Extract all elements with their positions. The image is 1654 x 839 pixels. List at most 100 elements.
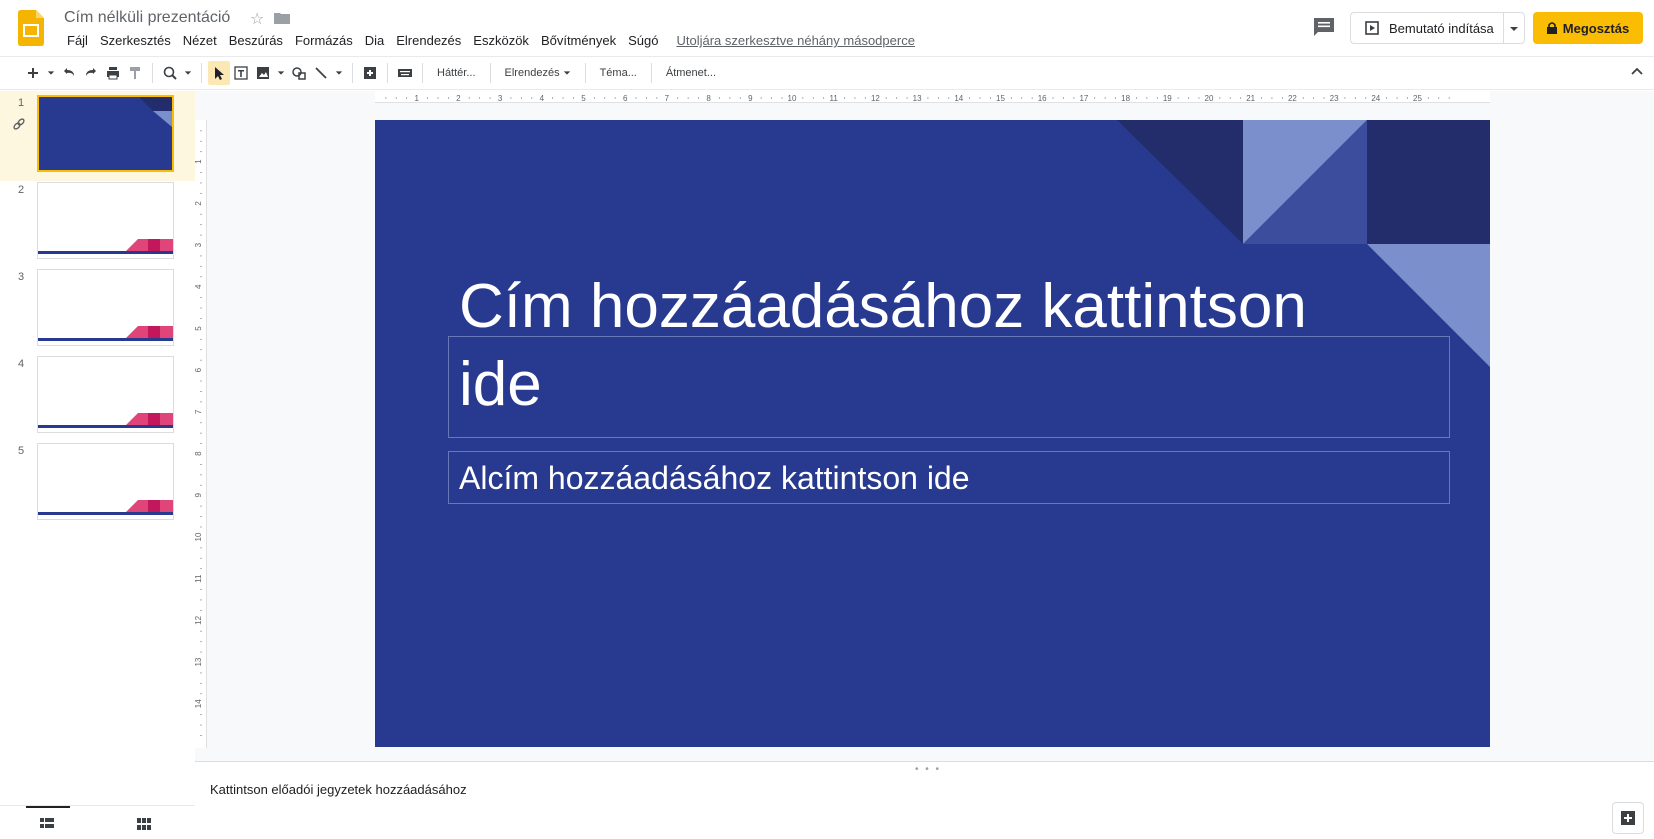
ruler-tick-label: 11 xyxy=(195,574,203,583)
line-dropdown-icon[interactable] xyxy=(332,61,346,85)
ruler-tick-label: 19 xyxy=(1163,94,1172,103)
collapse-menu-icon[interactable] xyxy=(1630,65,1644,79)
select-pointer-icon[interactable] xyxy=(208,61,230,85)
slide-canvas[interactable]: Cím hozzáadásához kattintson ide Alcím h… xyxy=(375,120,1490,747)
filmstrip-slide-1[interactable]: 1 xyxy=(0,91,195,181)
star-icon[interactable]: ☆ xyxy=(250,9,264,29)
menu-slide[interactable]: Dia xyxy=(359,33,391,48)
new-slide-dropdown-icon[interactable] xyxy=(44,61,58,85)
lock-icon xyxy=(1546,22,1557,34)
slide-thumbnail[interactable] xyxy=(37,182,174,259)
redo-icon[interactable] xyxy=(80,61,102,85)
slide-number: 2 xyxy=(18,184,25,196)
menu-help[interactable]: Súgó xyxy=(622,33,664,48)
present-dropdown-icon[interactable] xyxy=(1509,25,1519,33)
ruler-tick-label: 21 xyxy=(1246,94,1255,103)
undo-icon[interactable] xyxy=(58,61,80,85)
ruler-tick-label: 9 xyxy=(195,493,203,498)
present-button[interactable]: Bemutató indítása xyxy=(1350,12,1525,44)
ruler-tick-label: 2 xyxy=(195,201,203,206)
ruler-tick-label: 12 xyxy=(871,94,880,103)
filmstrip-slide-5[interactable]: 5 xyxy=(0,439,195,529)
ruler-tick-label: 22 xyxy=(1288,94,1297,103)
ruler-tick-label: 4 xyxy=(195,284,203,289)
view-switcher xyxy=(0,805,195,839)
vertical-ruler[interactable]: 1234567891011121314 xyxy=(194,120,207,748)
notes-resize-handle[interactable]: • • • xyxy=(915,764,941,775)
text-box-icon[interactable] xyxy=(230,61,252,85)
menu-bar: Fájl Szerkesztés Nézet Beszúrás Formázás… xyxy=(61,33,915,48)
image-icon[interactable] xyxy=(252,61,274,85)
slide-thumbnail[interactable] xyxy=(37,443,174,520)
slide-subtitle[interactable]: Alcím hozzáadásához kattintson ide xyxy=(459,460,970,497)
shape-icon[interactable] xyxy=(288,61,310,85)
thumbnail-graphic xyxy=(38,413,173,428)
comment-icon[interactable] xyxy=(1313,17,1335,37)
slide-thumbnail[interactable] xyxy=(37,356,174,433)
speaker-notes-placeholder[interactable]: Kattintson előadói jegyzetek hozzáadásáh… xyxy=(210,782,467,797)
ruler-tick-label: 4 xyxy=(540,94,545,103)
ruler-tick-label: 9 xyxy=(748,94,753,103)
document-title[interactable]: Cím nélküli prezentáció xyxy=(64,9,230,27)
ruler-tick-label: 11 xyxy=(830,94,839,103)
image-dropdown-icon[interactable] xyxy=(274,61,288,85)
ruler-tick-label: 15 xyxy=(996,94,1005,103)
speaker-notes[interactable]: • • • Kattintson előadói jegyzetek hozzá… xyxy=(195,761,1654,839)
last-edit-link[interactable]: Utoljára szerkesztve néhány másodperce xyxy=(676,33,914,48)
slide-thumbnail[interactable] xyxy=(37,95,174,172)
menu-tools[interactable]: Eszközök xyxy=(467,33,535,48)
transition-button[interactable]: Átmenet... xyxy=(658,61,724,85)
theme-button[interactable]: Téma... xyxy=(592,61,645,85)
input-tools-icon[interactable] xyxy=(394,61,416,85)
menu-format[interactable]: Formázás xyxy=(289,33,359,48)
menu-insert[interactable]: Beszúrás xyxy=(223,33,289,48)
ruler-tick-label: 20 xyxy=(1205,94,1214,103)
horizontal-ruler-ticks: 1 2 3 4 5 6 7 8 9 10 11 12 13 14 15 16 17 18 19 20 21 22 23 24 2… xyxy=(385,94,1450,103)
share-button[interactable]: Megosztás xyxy=(1533,12,1643,44)
ruler-tick-label: 18 xyxy=(1121,94,1130,103)
folder-icon[interactable] xyxy=(274,12,290,24)
print-icon[interactable] xyxy=(102,61,124,85)
filmstrip-slide-4[interactable]: 4 xyxy=(0,352,195,442)
menu-view[interactable]: Nézet xyxy=(177,33,223,48)
filmstrip-slide-2[interactable]: 2 xyxy=(0,178,195,268)
ruler-tick-label: 17 xyxy=(1079,94,1088,103)
ruler-tick-label: 2 xyxy=(456,94,461,103)
ruler-tick-label: 1 xyxy=(195,159,203,164)
ruler-tick-label: 12 xyxy=(195,615,203,624)
ruler-tick-label: 14 xyxy=(954,94,963,103)
zoom-icon[interactable] xyxy=(159,61,181,85)
menu-arrange[interactable]: Elrendezés xyxy=(390,33,467,48)
filmstrip-slide-3[interactable]: 3 xyxy=(0,265,195,355)
slide-title[interactable]: Cím hozzáadásához kattintson ide xyxy=(459,268,1359,424)
menu-edit[interactable]: Szerkesztés xyxy=(94,33,177,48)
new-slide-icon[interactable] xyxy=(22,61,44,85)
add-plus-icon xyxy=(1621,811,1635,825)
thumbnail-graphic xyxy=(39,97,172,170)
ruler-tick-label: 6 xyxy=(195,367,203,372)
insert-comment-icon[interactable] xyxy=(359,61,381,85)
layout-button[interactable]: Elrendezés xyxy=(497,61,579,85)
horizontal-ruler[interactable]: 1 2 3 4 5 6 7 8 9 10 11 12 13 14 15 16 17 18 19 20 21 22 23 24 2… xyxy=(375,91,1490,103)
slide-thumbnail[interactable] xyxy=(37,269,174,346)
ruler-tick-label: 16 xyxy=(1038,94,1047,103)
thumbnail-graphic xyxy=(38,500,173,515)
slide-number: 1 xyxy=(18,97,25,109)
ruler-tick-label: 25 xyxy=(1413,94,1422,103)
grid-view-icon[interactable] xyxy=(137,818,151,830)
menu-file[interactable]: Fájl xyxy=(61,33,94,48)
ruler-tick-label: 6 xyxy=(623,94,628,103)
background-button[interactable]: Háttér... xyxy=(429,61,484,85)
filmstrip-view-icon[interactable] xyxy=(40,818,54,830)
menu-addons[interactable]: Bővítmények xyxy=(535,33,622,48)
ruler-tick-label: 1 xyxy=(414,94,419,103)
line-icon[interactable] xyxy=(310,61,332,85)
paint-format-icon[interactable] xyxy=(124,61,146,85)
zoom-dropdown-icon[interactable] xyxy=(181,61,195,85)
explore-button[interactable] xyxy=(1612,802,1644,834)
slide-number: 4 xyxy=(18,358,25,370)
ruler-tick-label: 24 xyxy=(1371,94,1380,103)
ruler-tick-label: 3 xyxy=(498,94,503,103)
slides-logo-icon[interactable] xyxy=(18,10,44,46)
present-button-label: Bemutató indítása xyxy=(1389,20,1494,36)
